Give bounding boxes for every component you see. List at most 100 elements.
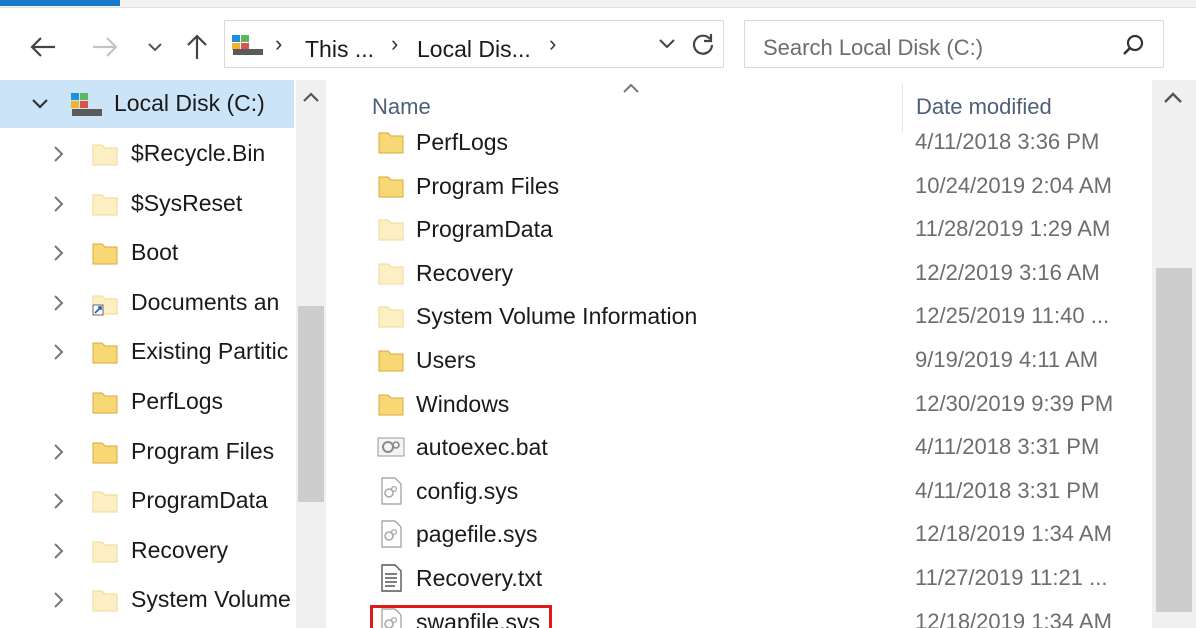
scrollbar-thumb[interactable] <box>1156 268 1192 612</box>
folder-pale-icon <box>92 144 118 166</box>
file-name: autoexec.bat <box>416 434 548 461</box>
file-date-modified: 4/11/2018 3:31 PM <box>915 477 1100 503</box>
tree-item-label: $Recycle.Bin <box>131 140 266 166</box>
folder-icon <box>378 350 404 372</box>
file-row[interactable]: PerfLogs 4/11/2018 3:36 PM <box>368 123 1168 165</box>
tree-item[interactable]: Program Files <box>0 428 294 476</box>
back-arrow-icon <box>30 37 55 57</box>
chevron-right-icon[interactable] <box>48 144 68 164</box>
file-row[interactable]: Recovery.txt 11/27/2019 11:21 ... <box>368 559 1168 601</box>
tree-item[interactable]: System Volume <box>0 576 294 624</box>
chevron-right-icon[interactable] <box>48 590 68 610</box>
up-arrow-icon <box>187 34 207 59</box>
tree-item-label: System Volume <box>131 586 291 613</box>
title-strip <box>0 0 1196 8</box>
refresh-icon <box>692 34 714 55</box>
file-name: Program Files <box>416 172 560 199</box>
file-list-scrollbar[interactable] <box>1152 80 1196 628</box>
tree-item[interactable]: Recovery <box>0 527 294 575</box>
highlight-box <box>370 604 552 628</box>
file-date-modified: 12/18/2019 1:34 AM <box>915 521 1112 547</box>
chevron-down-icon <box>148 43 162 52</box>
scroll-up-icon[interactable] <box>1162 90 1184 106</box>
tree-item-label: Program Files <box>131 437 275 464</box>
tree-item-label: Boot <box>131 239 179 266</box>
file-date-modified: 11/27/2019 11:21 ... <box>915 565 1108 590</box>
breadcrumb-separator: › <box>391 31 399 56</box>
chevron-right-icon[interactable] <box>48 243 68 263</box>
tree-item[interactable]: Documents an <box>0 279 294 327</box>
file-row[interactable]: swapfile.sys 12/18/2019 1:34 AM <box>368 603 1168 628</box>
tree-item-label: PerfLogs <box>131 388 224 414</box>
column-header-date-modified[interactable]: Date modified <box>916 94 1052 120</box>
chevron-right-icon[interactable] <box>48 541 68 561</box>
breadcrumb-local-disk[interactable]: Local Dis... <box>417 36 531 63</box>
file-date-modified: 9/19/2019 4:11 AM <box>915 347 1099 372</box>
folder-icon <box>378 176 404 198</box>
chevron-right-icon[interactable] <box>48 293 68 313</box>
refresh-button[interactable] <box>689 31 719 59</box>
file-row[interactable]: Users 9/19/2019 4:11 AM <box>368 341 1168 383</box>
search-box[interactable]: Search Local Disk (C:) <box>744 20 1164 68</box>
file-name: pagefile.sys <box>416 521 538 548</box>
folder-icon <box>92 442 118 464</box>
tree-item[interactable]: $Recycle.Bin <box>0 130 294 178</box>
breadcrumb-separator: › <box>275 31 283 56</box>
tree-item[interactable]: PerfLogs <box>0 378 294 426</box>
folder-icon <box>92 243 118 265</box>
forward-button[interactable] <box>88 30 122 64</box>
file-name: ProgramData <box>416 216 553 243</box>
chevron-right-icon[interactable] <box>48 442 68 462</box>
file-row[interactable]: pagefile.sys 12/18/2019 1:34 AM <box>368 515 1168 557</box>
file-row[interactable]: Program Files 10/24/2019 2:04 AM <box>368 167 1168 209</box>
chevron-right-icon[interactable] <box>48 491 68 511</box>
address-bar[interactable]: › This ... › Local Dis... › <box>224 20 724 68</box>
navigation-pane-scrollbar[interactable] <box>296 80 326 628</box>
sort-ascending-icon <box>623 83 639 93</box>
drive-icon <box>71 93 102 116</box>
file-date-modified: 12/18/2019 1:34 AM <box>915 608 1112 628</box>
tree-item-local-disk[interactable]: Local Disk (C:) <box>0 80 294 128</box>
tree-item-label: Existing Partitic <box>131 338 289 365</box>
folder-pale-icon <box>378 219 404 241</box>
file-date-modified: 10/24/2019 2:04 AM <box>915 172 1112 198</box>
file-row[interactable]: ProgramData 11/28/2019 1:29 AM <box>368 210 1168 252</box>
tree-item[interactable]: ProgramData <box>0 477 294 525</box>
file-row[interactable]: System Volume Information 12/25/2019 11:4… <box>368 297 1168 339</box>
column-header-name[interactable]: Name <box>372 94 431 120</box>
file-row[interactable]: autoexec.bat 4/11/2018 3:31 PM <box>368 428 1168 470</box>
address-dropdown-icon[interactable] <box>657 35 677 51</box>
chevron-right-icon[interactable] <box>48 342 68 362</box>
folder-icon <box>378 394 404 416</box>
folder-pale-icon <box>378 263 404 285</box>
file-row[interactable]: Recovery 12/2/2019 3:16 AM <box>368 254 1168 296</box>
forward-arrow-icon <box>93 37 118 57</box>
drive-icon <box>232 35 263 55</box>
tree-item[interactable]: Existing Partitic <box>0 328 294 376</box>
back-button[interactable] <box>26 30 60 64</box>
file-row[interactable]: config.sys 4/11/2018 3:31 PM <box>368 472 1168 514</box>
tree-item[interactable]: Boot <box>0 229 294 277</box>
breadcrumb-this-pc[interactable]: This ... <box>305 36 374 63</box>
scroll-up-icon[interactable] <box>302 90 320 104</box>
file-name: config.sys <box>416 477 519 504</box>
file-date-modified: 11/28/2019 1:29 AM <box>915 216 1111 242</box>
file-date-modified: 12/25/2019 11:40 ... <box>915 303 1110 329</box>
file-row[interactable]: Windows 12/30/2019 9:39 PM <box>368 385 1168 427</box>
up-button[interactable] <box>180 30 214 64</box>
tree-item-label: $SysReset <box>131 189 243 216</box>
folder-pale-icon <box>92 541 118 563</box>
recent-locations-button[interactable] <box>138 30 172 64</box>
file-name: Users <box>416 347 477 373</box>
navigation-bar: › This ... › Local Dis... › Search Local… <box>0 8 1196 80</box>
chevron-right-icon[interactable] <box>48 194 68 214</box>
scrollbar-thumb[interactable] <box>298 306 324 502</box>
file-date-modified: 12/2/2019 3:16 AM <box>915 259 1100 285</box>
file-date-modified: 12/30/2019 9:39 PM <box>915 390 1114 416</box>
navigation-pane: Local Disk (C:) $Recycle.Bin $SysReset Boo… <box>0 80 328 628</box>
tree-item[interactable]: $SysReset <box>0 180 294 228</box>
file-name: Recovery <box>416 259 514 286</box>
tree-item-label: Local Disk (C:) <box>114 90 265 116</box>
chevron-down-icon[interactable] <box>30 94 50 114</box>
shortcut-icon <box>92 295 118 316</box>
